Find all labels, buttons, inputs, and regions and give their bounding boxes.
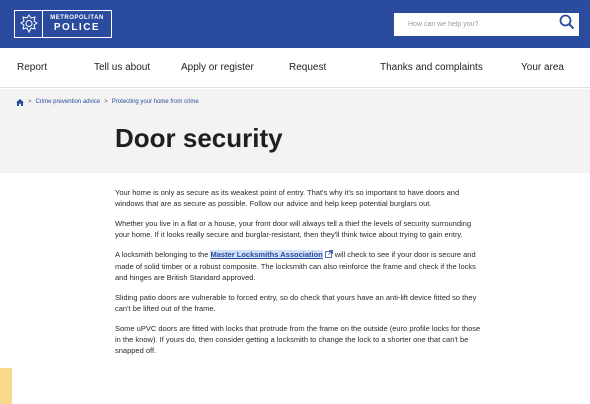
paragraph-intro: Your home is only as secure as its weake… xyxy=(115,188,460,208)
nav-item-thanks-and-complaints[interactable]: Thanks and complaints xyxy=(380,48,483,88)
nav-item-request[interactable]: Request xyxy=(289,48,326,88)
nav-item-your-area[interactable]: Your area xyxy=(521,48,564,88)
paragraph-locksmith-before: A locksmith belonging to the xyxy=(115,250,211,259)
page-hero: > Crime prevention advice > Protecting y… xyxy=(0,89,590,173)
logo-text-bottom: POLICE xyxy=(53,22,101,33)
paragraph-front-door: Whether you live in a flat or a house, y… xyxy=(115,219,472,239)
met-police-logo[interactable]: METROPOLITAN POLICE xyxy=(14,10,112,38)
side-accent-bar xyxy=(0,368,12,404)
logo-text-top: METROPOLITAN xyxy=(50,15,104,21)
breadcrumb-crime-prevention-advice[interactable]: Crime prevention advice xyxy=(36,99,101,105)
paragraph-locksmith: A locksmith belonging to the Master Lock… xyxy=(115,249,487,283)
crest-icon xyxy=(15,11,43,37)
nav-item-apply-or-register[interactable]: Apply or register xyxy=(181,48,254,88)
breadcrumb-separator: > xyxy=(28,99,32,105)
search-icon xyxy=(559,14,575,35)
breadcrumb-protecting-your-home[interactable]: Protecting your home from crime xyxy=(112,99,199,105)
page-title: Door security xyxy=(115,123,283,153)
site-header: METROPOLITAN POLICE xyxy=(0,0,590,48)
master-locksmiths-association-link[interactable]: Master Locksmiths Association xyxy=(210,250,323,259)
search-button[interactable] xyxy=(554,13,579,36)
logo-text: METROPOLITAN POLICE xyxy=(43,11,111,37)
nav-item-report[interactable]: Report xyxy=(17,48,47,88)
article-body: Your home is only as secure as its weake… xyxy=(115,187,487,365)
search-box xyxy=(394,13,579,36)
paragraph-patio-doors: Sliding patio doors are vulnerable to fo… xyxy=(115,293,477,313)
home-icon[interactable] xyxy=(16,98,24,106)
breadcrumb: > Crime prevention advice > Protecting y… xyxy=(16,96,199,108)
breadcrumb-separator: > xyxy=(104,99,108,105)
nav-item-tell-us-about[interactable]: Tell us about xyxy=(94,48,150,88)
search-input[interactable] xyxy=(394,13,554,36)
page: METROPOLITAN POLICE Report Tell us about… xyxy=(0,0,590,404)
paragraph-upvc-doors: Some uPVC doors are fitted with locks th… xyxy=(115,324,481,355)
main-nav: Report Tell us about Apply or register R… xyxy=(0,48,590,88)
external-link-icon xyxy=(324,250,333,261)
